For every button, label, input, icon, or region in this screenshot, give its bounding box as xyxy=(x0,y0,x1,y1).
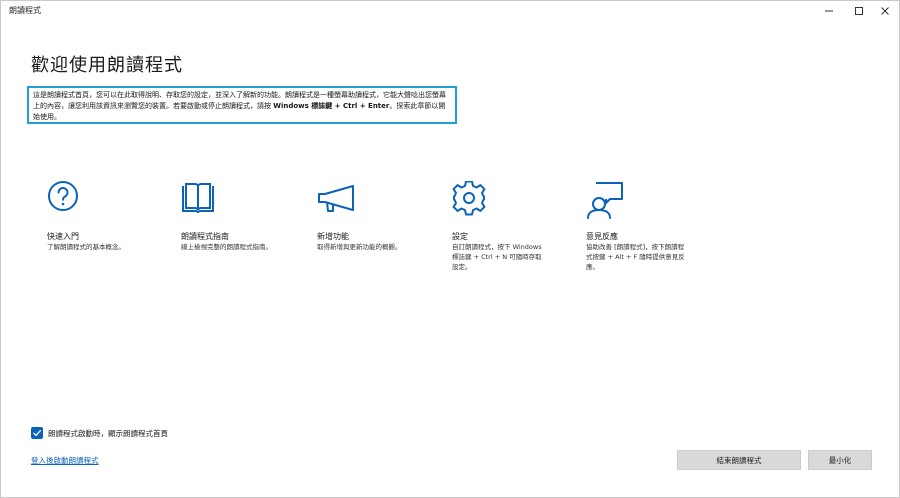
feature-feedback[interactable]: 意見反應 協助改善 [朗讀程式]，按下朗讀程式按鍵 + Alt + F 隨時提供… xyxy=(586,181,706,272)
minimize-button[interactable]: 最小化 xyxy=(808,450,872,470)
feedback-person-icon xyxy=(586,181,626,221)
exit-narrator-button[interactable]: 結束朗讀程式 xyxy=(677,450,801,470)
feature-description: 自訂朗讀程式，按下 Windows 標誌鍵 + Ctrl + N 可隨時存取設定… xyxy=(452,243,542,271)
question-circle-icon xyxy=(47,181,87,221)
maximize-window-button[interactable] xyxy=(845,1,873,21)
feature-description: 協助改善 [朗讀程式]，按下朗讀程式按鍵 + Alt + F 隨時提供意見反應。 xyxy=(586,243,685,271)
start-after-signin-link[interactable]: 登入後啟動朗讀程式 xyxy=(31,455,99,466)
intro-text-box: 這是朗讀程式首頁，您可以在此取得說明、存取您的設定，並深入了解新的功能。朗讀程式… xyxy=(27,86,457,124)
feature-name: 新增功能 xyxy=(317,232,349,241)
feature-narrator-guide[interactable]: 朗讀程式指南 線上檢視完整的朗讀程式指南。 xyxy=(181,181,301,252)
feature-quick-start[interactable]: 快速入門 了解朗讀程式的基本概念。 xyxy=(47,181,167,252)
close-window-button[interactable] xyxy=(871,1,899,21)
checkmark-icon xyxy=(33,429,42,437)
feature-name: 快速入門 xyxy=(47,232,79,241)
feature-name: 意見反應 xyxy=(586,232,618,241)
minimize-icon xyxy=(825,10,833,12)
show-home-checkbox-row[interactable]: 朗讀程式啟動時，顯示朗讀程式首頁 xyxy=(31,427,168,439)
page-title: 歡迎使用朗讀程式 xyxy=(31,55,183,76)
narrator-home-window: 朗讀程式 歡迎使用朗讀程式 這是朗讀程式首頁，您可以在此取得說明、存取您的設定，… xyxy=(0,0,900,498)
gear-icon xyxy=(452,180,492,221)
feature-description: 了解朗讀程式的基本概念。 xyxy=(47,243,125,251)
megaphone-icon xyxy=(317,181,357,221)
window-title: 朗讀程式 xyxy=(9,6,41,15)
maximize-icon xyxy=(855,7,863,15)
feature-whats-new[interactable]: 新增功能 取得新增與更新功能的概觀。 xyxy=(317,181,437,252)
title-bar[interactable]: 朗讀程式 xyxy=(1,1,899,21)
feature-name: 朗讀程式指南 xyxy=(181,232,229,241)
feature-settings[interactable]: 設定 自訂朗讀程式，按下 Windows 標誌鍵 + Ctrl + N 可隨時存… xyxy=(452,180,572,272)
intro-shortcut-key: Windows 標誌鍵 + Ctrl + Enter xyxy=(273,102,390,110)
show-home-checkbox[interactable] xyxy=(31,427,43,439)
feature-name: 設定 xyxy=(452,232,468,241)
show-home-checkbox-label: 朗讀程式啟動時，顯示朗讀程式首頁 xyxy=(48,428,168,438)
feature-description: 取得新增與更新功能的概觀。 xyxy=(317,243,402,251)
open-book-icon xyxy=(181,181,221,221)
feature-description: 線上檢視完整的朗讀程式指南。 xyxy=(181,243,272,251)
minimize-window-button[interactable] xyxy=(815,1,843,21)
close-icon xyxy=(881,7,889,15)
